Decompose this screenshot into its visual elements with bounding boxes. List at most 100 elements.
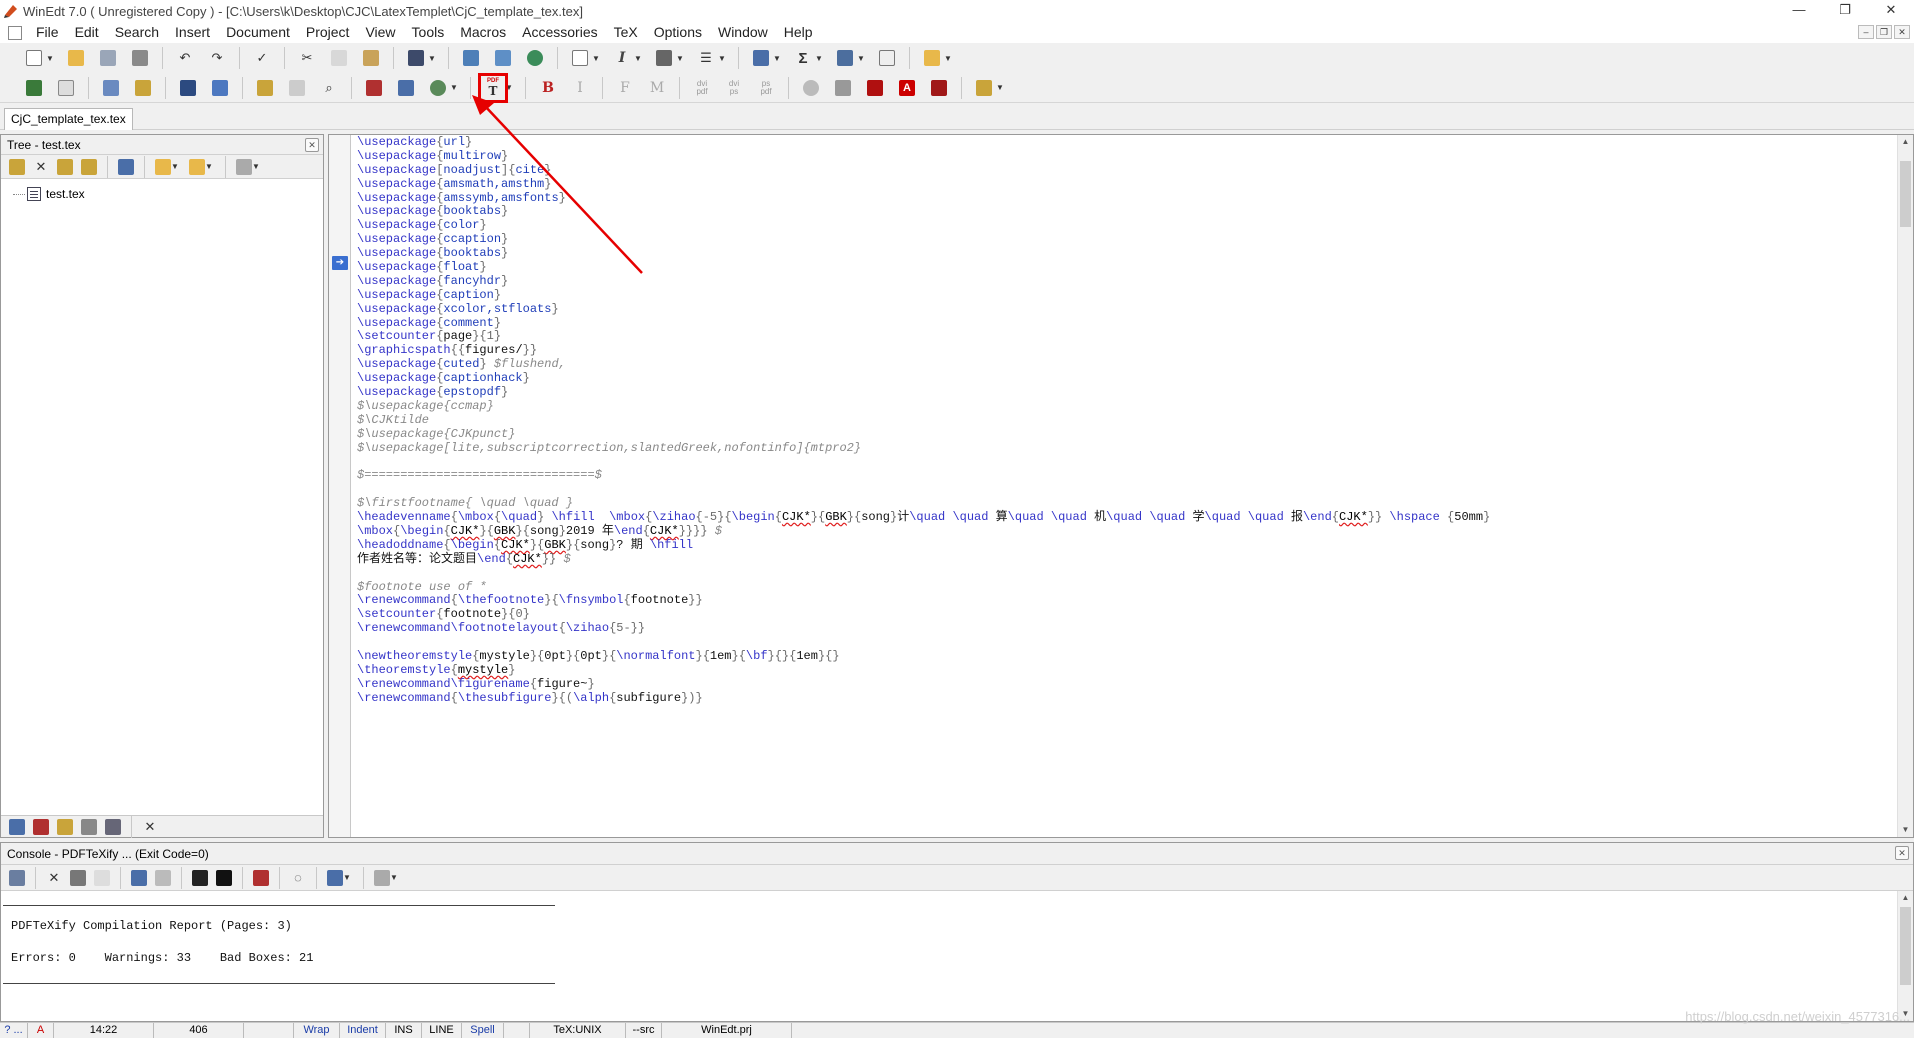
bibtex-icon[interactable] [177,77,199,99]
find-binoculars-icon[interactable] [405,47,427,69]
ps-view-icon[interactable] [832,77,854,99]
console-output[interactable]: PDFTeXify Compilation Report (Pages: 3) … [1,891,1897,1021]
console-options-dropdown-icon[interactable]: ▼ [390,873,398,882]
code-line[interactable] [357,455,1897,469]
menu-window[interactable]: Window [710,22,776,43]
italic-dropdown-icon[interactable]: ▼ [634,54,642,63]
tree-collapse-icon[interactable] [56,158,74,176]
console-window-icon[interactable] [8,869,26,887]
console-search-icon[interactable] [252,869,270,887]
texify-icon[interactable] [427,77,449,99]
dvi-ps-button[interactable]: dvi ps [723,77,745,99]
close-project-icon[interactable] [55,77,77,99]
code-line[interactable]: \usepackage{epstopdf} [357,385,1897,400]
tree-remove-icon[interactable]: ✕ [32,158,50,176]
gather-icon[interactable] [254,77,276,99]
find-dropdown-icon[interactable]: ▼ [428,54,436,63]
editor-pane[interactable]: ➔ \usepackage{url} \usepackage{multirow} \… [328,134,1914,838]
tree-project-icon[interactable] [117,158,135,176]
code-line[interactable] [357,567,1897,581]
status-project[interactable]: WinEdt.prj [662,1023,792,1038]
mdi-minimize-button[interactable]: – [1858,25,1874,39]
project-folder-dropdown-icon[interactable]: ▼ [944,54,952,63]
italic-icon[interactable]: I [611,47,633,69]
console-refresh-icon[interactable]: ◌ [289,869,307,887]
code-line[interactable]: \usepackage{captionhack} [357,371,1897,386]
mdi-restore-button[interactable]: ❐ [1876,25,1892,39]
console-paste-icon[interactable] [154,869,172,887]
code-line[interactable]: \usepackage[noadjust]{cite} [357,163,1897,178]
ps-pdf-button[interactable]: ps pdf [755,77,777,99]
save-icon[interactable] [97,47,119,69]
console-terminal-icon[interactable] [215,869,233,887]
document-menu-icon[interactable] [8,25,22,40]
minimize-button[interactable]: — [1776,0,1822,22]
scroll-down-icon[interactable]: ▼ [1898,823,1913,837]
code-line[interactable]: \usepackage{color} [357,218,1897,233]
tools-icon[interactable] [973,77,995,99]
code-line[interactable]: \headevenname{\mbox{\quad} \hfill \mbox{… [357,510,1897,525]
code-line[interactable] [357,636,1897,650]
console-clear-icon[interactable] [69,869,87,887]
console-options-icon[interactable] [373,869,391,887]
code-line[interactable]: \renewcommand\figurename{figure~} [357,677,1897,692]
tree-icon[interactable] [100,77,122,99]
status-mode[interactable]: TeX:UNIX [530,1023,626,1038]
menu-view[interactable]: View [357,22,403,43]
editor-scrollbar[interactable]: ▲ ▼ [1897,135,1913,837]
code-line[interactable]: \headoddname{\begin{CJK*}{GBK}{song}? 期 … [357,538,1897,553]
bullet-list-icon[interactable]: ☰ [695,47,717,69]
console-stop-icon[interactable]: ✕ [45,869,63,887]
status-ins[interactable]: INS [386,1023,422,1038]
insert-icon[interactable] [363,77,385,99]
close-button[interactable]: ✕ [1868,0,1914,22]
console-monitor-dropdown-icon[interactable]: ▼ [343,873,351,882]
sigma-icon[interactable]: Σ [792,47,814,69]
tree-refresh-icon[interactable] [132,77,154,99]
clean-icon[interactable] [286,77,308,99]
tree-options-icon[interactable] [235,158,253,176]
code-line[interactable]: \usepackage{ccaption} [357,232,1897,247]
menu-help[interactable]: Help [776,22,821,43]
undo-icon[interactable]: ↶ [174,47,196,69]
code-line[interactable]: \usepackage{comment} [357,316,1897,331]
pdftexify-dropdown-icon[interactable]: ▼ [505,83,513,92]
menu-project[interactable]: Project [298,22,358,43]
pdftexify-icon[interactable]: PDF T [478,72,508,103]
dvi-search-icon[interactable] [800,77,822,99]
italic-button[interactable]: I [569,77,591,99]
status-wrap[interactable]: Wrap [294,1023,340,1038]
image-insert-dropdown-icon[interactable]: ▼ [857,54,865,63]
texify-dropdown-icon[interactable]: ▼ [450,83,458,92]
code-line[interactable]: \usepackage{caption} [357,288,1897,303]
redo-icon[interactable]: ↷ [206,47,228,69]
code-line[interactable]: \setcounter{footnote}{0} [357,607,1897,622]
code-line[interactable]: $footnote use of * [357,580,1897,595]
bold-button[interactable]: B [537,77,559,99]
code-line[interactable]: \usepackage{amsmath,amsthm} [357,177,1897,192]
document-icon[interactable] [569,47,591,69]
page-icon[interactable] [876,47,898,69]
winedt-app-icon[interactable] [3,3,19,19]
image-icon[interactable] [460,47,482,69]
search-icon[interactable]: ⌕ [318,77,340,99]
tree-add-icon[interactable] [8,158,26,176]
menu-macros[interactable]: Macros [452,22,514,43]
console-scroll-thumb[interactable] [1900,907,1911,985]
console-cmd-icon[interactable] [191,869,209,887]
status-spell[interactable]: Spell [462,1023,504,1038]
tree-panel-close-icon[interactable]: ✕ [305,138,319,152]
console-scrollbar[interactable]: ▲ ▼ [1897,891,1913,1021]
menu-tools[interactable]: Tools [404,22,453,43]
code-line[interactable]: \usepackage{multirow} [357,149,1897,164]
console-edit-icon[interactable] [93,869,111,887]
dvi-pdf-button[interactable]: dvi pdf [691,77,713,99]
bullet-list-dropdown-icon[interactable]: ▼ [718,54,726,63]
code-line[interactable]: $\CJKtilde [357,413,1897,428]
table-icon[interactable] [750,47,772,69]
code-line[interactable]: \graphicspath{{figures/}} [357,343,1897,358]
menu-file[interactable]: File [28,22,67,43]
code-line[interactable]: \theoremstyle{mystyle} [357,663,1897,678]
paste-icon[interactable] [360,47,382,69]
document-dropdown-icon[interactable]: ▼ [592,54,600,63]
